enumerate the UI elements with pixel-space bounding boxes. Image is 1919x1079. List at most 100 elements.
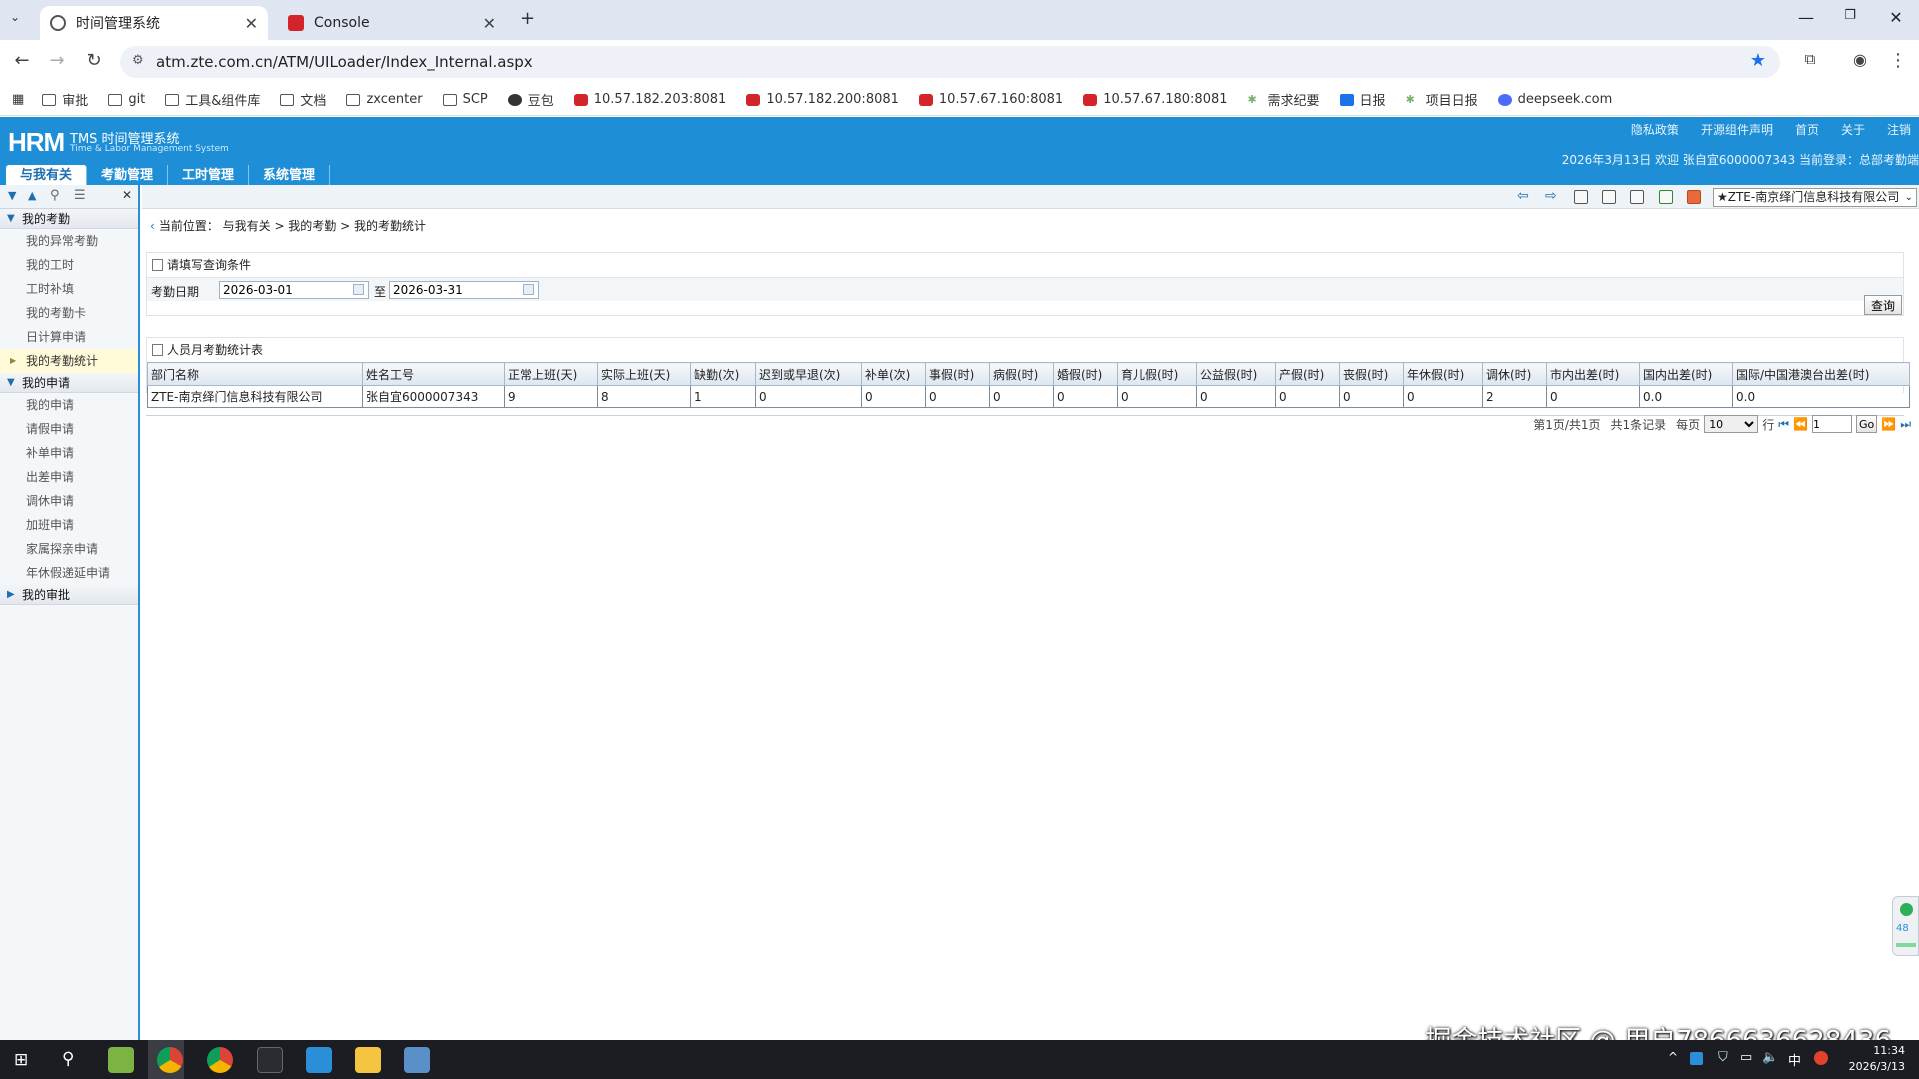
column-header[interactable]: 病假(时) (989, 362, 1054, 386)
more-menu-icon[interactable]: ⋮ (1886, 50, 1910, 71)
shield-icon[interactable]: ⛉ (1718, 1050, 1728, 1065)
column-header[interactable]: 补单(次) (861, 362, 926, 386)
tab-time-management[interactable]: 时间管理系统 ✕ (40, 6, 268, 40)
notepad-icon[interactable] (108, 1047, 134, 1073)
sidebar-item-my-applications[interactable]: 我的申请 (0, 393, 138, 417)
minimize-icon[interactable]: — (1786, 8, 1826, 27)
column-header[interactable]: 市内出差(时) (1546, 362, 1640, 386)
bookmark-link[interactable]: ✱ 项目日报 (1406, 90, 1478, 109)
search-icon[interactable]: ⚲ (62, 1049, 74, 1069)
sidebar-item-my-worktime[interactable]: 我的工时 (0, 253, 138, 277)
menu-tab-worktime[interactable]: 工时管理 (168, 165, 250, 185)
calendar-icon[interactable] (353, 284, 364, 295)
sidebar-group-my-attendance[interactable]: ▼ 我的考勤 (0, 209, 138, 229)
sidebar-item-daily-calc[interactable]: 日计算申请 (0, 325, 138, 349)
reload-icon[interactable]: ↻ (82, 50, 106, 71)
bookmark-link[interactable]: ✱ 需求纪要 (1248, 90, 1320, 109)
privacy-link[interactable]: 隐私政策 (1631, 121, 1679, 138)
close-window-icon[interactable]: ✕ (1876, 8, 1916, 27)
close-sidebar-icon[interactable]: ✕ (122, 188, 132, 202)
volume-icon[interactable]: 🔈 (1762, 1050, 1778, 1065)
sidebar-group-my-applications[interactable]: ▼ 我的申请 (0, 373, 138, 393)
bookmark-folder[interactable]: 审批 (42, 90, 88, 109)
site-info-icon[interactable]: ⚙ (132, 53, 144, 68)
tab-console[interactable]: Console ✕ (278, 6, 506, 40)
column-header[interactable]: 调休(时) (1482, 362, 1547, 386)
column-header[interactable]: 育儿假(时) (1117, 362, 1197, 386)
open-source-link[interactable]: 开源组件声明 (1701, 121, 1773, 138)
menu-tab-system[interactable]: 系统管理 (249, 165, 331, 185)
new-tab-icon[interactable]: + (520, 8, 535, 29)
bookmark-folder[interactable]: git (108, 92, 145, 107)
sidebar-item-annual-leave-deferral[interactable]: 年休假递延申请 (0, 561, 138, 585)
list-icon[interactable]: ☰ (74, 188, 86, 203)
forward-icon[interactable]: → (45, 50, 69, 71)
sidebar-group-my-approvals[interactable]: ▶ 我的审批 (0, 585, 138, 605)
back-icon[interactable]: ← (10, 50, 34, 71)
table-row[interactable]: ZTE-南京绎门信息科技有限公司 张自宜6000007343 9 8 1 0 0… (147, 385, 1910, 408)
query-button[interactable]: 查询 (1863, 295, 1902, 315)
column-header[interactable]: 产假(时) (1275, 362, 1340, 386)
sogou-icon[interactable] (1814, 1051, 1828, 1065)
date-to-input[interactable] (389, 281, 539, 299)
sidebar-item-supplement-application[interactable]: 补单申请 (0, 441, 138, 465)
column-header[interactable]: 公益假(时) (1196, 362, 1276, 386)
go-button[interactable]: Go (1855, 415, 1878, 433)
company-select[interactable]: ★ZTE-南京绎门信息科技有限公司 ⌄ (1713, 188, 1917, 207)
date-from-input[interactable] (219, 281, 369, 299)
close-tab-icon[interactable]: ✕ (245, 14, 258, 33)
profile-icon[interactable]: ◉ (1848, 50, 1872, 69)
last-page-icon[interactable]: ⏭ (1900, 417, 1911, 432)
bookmark-link[interactable]: 豆包 (507, 90, 554, 109)
close-tab-icon[interactable]: ✕ (483, 14, 496, 33)
sidebar-item-attendance-stats[interactable]: ▶ 我的考勤统计 (0, 349, 138, 373)
bookmark-link[interactable]: deepseek.com (1497, 92, 1612, 107)
file-explorer-icon[interactable] (355, 1047, 381, 1073)
column-header[interactable]: 部门名称 (147, 362, 363, 386)
bookmark-star-icon[interactable]: ★ (1750, 50, 1766, 71)
back-arrow-icon[interactable]: ⇦ (1517, 188, 1529, 204)
refresh-icon[interactable] (1659, 190, 1673, 204)
column-header[interactable]: 年休假(时) (1403, 362, 1483, 386)
column-header[interactable]: 婚假(时) (1053, 362, 1118, 386)
sidebar-item-worktime-fill[interactable]: 工时补填 (0, 277, 138, 301)
print-icon[interactable] (1574, 190, 1588, 204)
forward-arrow-icon[interactable]: ⇨ (1545, 188, 1557, 204)
clock[interactable]: 11:34 2026/3/13 (1849, 1043, 1905, 1075)
next-page-icon[interactable]: ⏩ (1881, 417, 1896, 431)
column-header[interactable]: 姓名工号 (362, 362, 505, 386)
bookmark-link[interactable]: 日报 (1339, 90, 1386, 109)
remote-desktop-icon[interactable] (404, 1047, 430, 1073)
apps-grid-icon[interactable]: ▦ (12, 92, 24, 107)
column-header[interactable]: 国内出差(时) (1639, 362, 1733, 386)
bookmark-link[interactable]: 10.57.182.203:8081 (573, 92, 726, 107)
restore-icon[interactable]: ❐ (1830, 8, 1870, 23)
menu-tab-attendance[interactable]: 考勤管理 (87, 165, 169, 185)
chrome-icon[interactable] (207, 1047, 233, 1073)
column-header[interactable]: 实际上班(天) (597, 362, 691, 386)
column-header[interactable]: 正常上班(天) (504, 362, 598, 386)
bookmark-link[interactable]: 10.57.67.160:8081 (918, 92, 1063, 107)
bookmark-folder[interactable]: 文档 (280, 90, 326, 109)
column-header[interactable]: 国际/中国港澳台出差(时) (1732, 362, 1910, 386)
vscode-like-icon[interactable] (306, 1047, 332, 1073)
per-page-select[interactable]: 10 (1704, 415, 1759, 433)
cursor-app-icon[interactable] (257, 1047, 283, 1073)
maximize-frame-icon[interactable] (1630, 190, 1644, 204)
chrome-icon[interactable] (157, 1047, 183, 1073)
security-widget[interactable]: 48 (1892, 896, 1919, 956)
about-link[interactable]: 关于 (1841, 121, 1865, 138)
bookmark-link[interactable]: 10.57.67.180:8081 (1083, 92, 1228, 107)
sidebar-item-timeoff-application[interactable]: 调休申请 (0, 489, 138, 513)
column-header[interactable]: 丧假(时) (1339, 362, 1404, 386)
sidebar-item-overtime-application[interactable]: 加班申请 (0, 513, 138, 537)
bookmark-folder[interactable]: 工具&组件库 (165, 90, 260, 109)
sidebar-item-leave-application[interactable]: 请假申请 (0, 417, 138, 441)
bookmark-link[interactable]: 10.57.182.200:8081 (746, 92, 899, 107)
url-input[interactable]: ⚙ atm.zte.com.cn/ATM/UILoader/Index_Inte… (120, 46, 1780, 78)
logout-link[interactable]: 注销 (1887, 121, 1911, 138)
bookmark-folder[interactable]: zxcenter (346, 92, 423, 107)
prev-page-icon[interactable]: ⏪ (1793, 417, 1808, 431)
sidebar-item-trip-application[interactable]: 出差申请 (0, 465, 138, 489)
close-frame-icon[interactable] (1687, 190, 1701, 204)
